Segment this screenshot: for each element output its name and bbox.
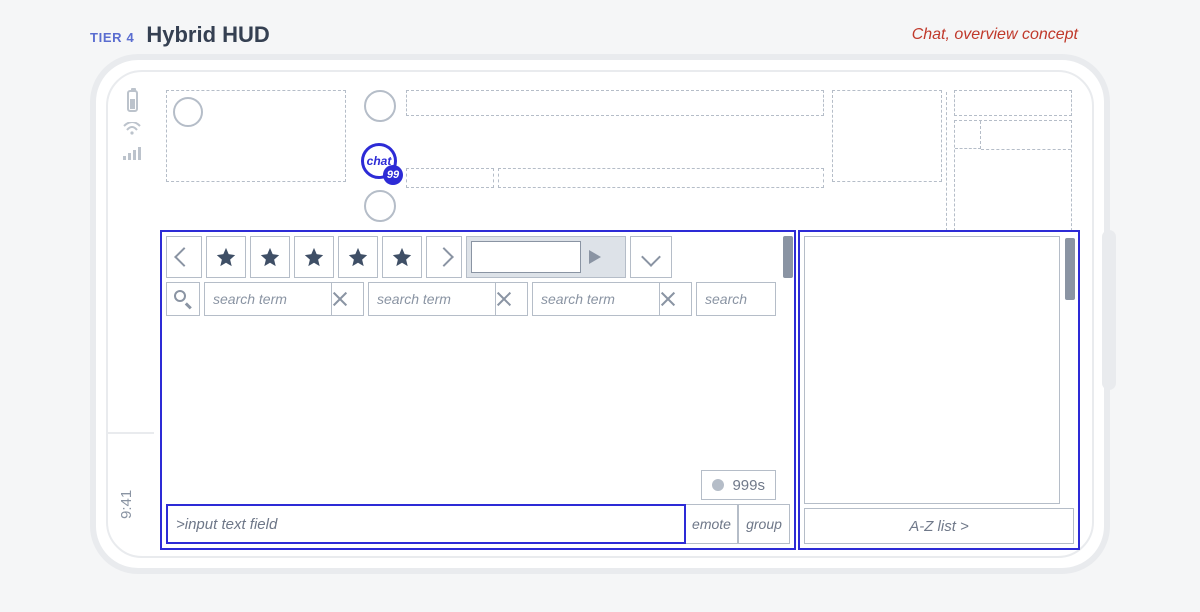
battery-icon	[127, 90, 138, 112]
search-chip-label: search term	[369, 291, 495, 307]
placeholder-box	[832, 90, 942, 182]
emote-button[interactable]: emote	[686, 504, 738, 544]
prev-button[interactable]	[166, 236, 202, 278]
scrollbar-thumb[interactable]	[1065, 238, 1075, 300]
chat-badge: 99	[383, 165, 403, 185]
search-chip[interactable]: search term	[368, 282, 528, 316]
device-frame: 9:41 chat 99	[90, 54, 1110, 574]
favorites-toolbar	[166, 236, 776, 278]
toolbar-input-wrap	[466, 236, 626, 278]
placeholder-box	[498, 168, 824, 188]
submit-button[interactable]	[585, 241, 605, 273]
favorite-slot[interactable]	[382, 236, 422, 278]
placeholder-divider	[946, 92, 947, 236]
status-dot-icon	[712, 479, 724, 491]
close-icon	[332, 291, 363, 307]
next-button[interactable]	[426, 236, 462, 278]
close-icon	[660, 291, 691, 307]
signal-icon	[123, 146, 141, 160]
timer-value: 999s	[732, 477, 765, 494]
placeholder-box	[166, 90, 346, 182]
speaker-slot	[1102, 230, 1116, 390]
chat-icon[interactable]: chat 99	[361, 143, 401, 183]
status-time: 9:41	[118, 490, 135, 519]
remove-chip-button[interactable]	[495, 283, 527, 315]
favorite-slot[interactable]	[294, 236, 334, 278]
search-chip-label: search	[697, 291, 775, 307]
search-chip[interactable]: search term	[204, 282, 364, 316]
group-button[interactable]: group	[738, 504, 790, 544]
contacts-panel: A-Z list >	[800, 232, 1078, 548]
concept-label: Chat, overview concept	[912, 26, 1078, 44]
placeholder-box	[954, 120, 1072, 236]
dropdown-toggle[interactable]	[630, 236, 672, 278]
chat-input[interactable]: >input text field	[166, 504, 686, 544]
placeholder-box	[954, 90, 1072, 116]
scrollbar-thumb[interactable]	[783, 236, 793, 278]
chevron-left-icon	[174, 247, 194, 267]
toolbar-input[interactable]	[471, 241, 581, 273]
play-icon	[589, 250, 601, 264]
remove-chip-button[interactable]	[659, 283, 691, 315]
search-chip-label: search term	[533, 291, 659, 307]
placeholder-box	[406, 168, 494, 188]
search-chip[interactable]: search term	[532, 282, 692, 316]
close-icon	[496, 291, 527, 307]
chat-panel: search term search term search term sear…	[162, 232, 794, 548]
favorite-slot[interactable]	[338, 236, 378, 278]
placeholder-circle	[364, 90, 396, 122]
search-button[interactable]	[166, 282, 200, 316]
placeholder-circle	[364, 190, 396, 222]
tier-label: TIER 4	[90, 30, 134, 45]
placeholder-box	[406, 90, 824, 116]
search-filter-row: search term search term search term sear…	[166, 282, 776, 316]
contacts-list-area	[804, 236, 1060, 504]
page-title: Hybrid HUD	[146, 22, 269, 48]
remove-chip-button[interactable]	[331, 283, 363, 315]
wifi-icon	[123, 122, 141, 136]
chevron-right-icon	[434, 247, 454, 267]
chat-input-bar: >input text field emote group	[166, 504, 790, 544]
search-chip-overflow[interactable]: search	[696, 282, 776, 316]
favorite-slot[interactable]	[206, 236, 246, 278]
search-icon	[174, 290, 192, 308]
cooldown-timer: 999s	[701, 470, 776, 500]
search-chip-label: search term	[205, 291, 331, 307]
favorite-slot[interactable]	[250, 236, 290, 278]
az-list-button[interactable]: A-Z list >	[804, 508, 1074, 544]
chevron-down-icon	[641, 247, 661, 267]
